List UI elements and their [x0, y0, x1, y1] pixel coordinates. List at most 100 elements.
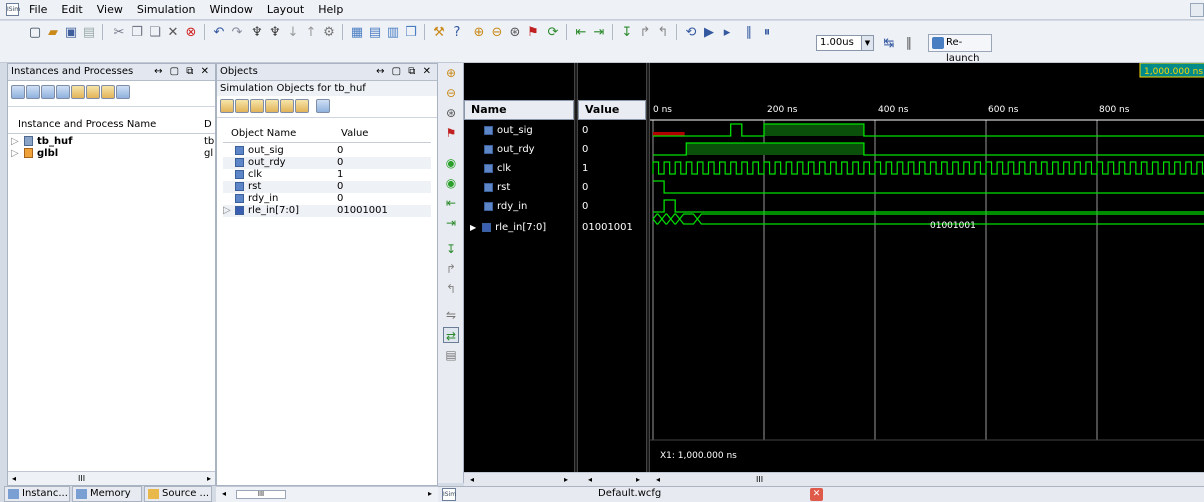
relaunch-button[interactable]: Re-launch — [928, 34, 992, 64]
pane-divider[interactable] — [574, 63, 578, 486]
expand-arrow-icon[interactable]: ▷ — [223, 205, 231, 217]
paste-icon[interactable]: ❏ — [146, 23, 164, 41]
undo-icon[interactable]: ↶ — [210, 23, 228, 41]
previous-transition-icon[interactable]: ◉ — [443, 155, 459, 171]
stop-icon[interactable]: ⊗ — [182, 23, 200, 41]
table-row[interactable]: ▷ tb_huf tb — [8, 136, 215, 148]
signal-name-row[interactable]: out_rdy — [484, 140, 535, 159]
zoom-fit-icon[interactable]: ⊛ — [443, 105, 459, 121]
table-row[interactable]: out_sig 0 — [223, 145, 431, 157]
scroll-left-icon[interactable]: ◂ — [222, 487, 226, 500]
zoom-cursor-icon[interactable]: ⚑ — [443, 125, 459, 141]
settings-icon[interactable]: ⚙ — [320, 23, 338, 41]
tab-memory[interactable]: Memory — [72, 486, 142, 502]
tab-source[interactable]: Source ... — [144, 486, 212, 502]
chevron-down-icon[interactable]: ▼ — [861, 36, 873, 50]
bidir-filter-icon[interactable] — [250, 99, 264, 113]
signal-name-row[interactable]: ▶ rle_in[7:0] — [470, 218, 546, 237]
zoom-out-icon[interactable]: ⊖ — [488, 23, 506, 41]
constant-filter-icon[interactable] — [280, 99, 294, 113]
signal-name-row[interactable]: out_sig — [484, 121, 533, 140]
module-icon[interactable] — [71, 85, 85, 99]
context-help-icon[interactable]: ? — [448, 23, 466, 41]
go-to-time-zero-icon[interactable]: ⇤ — [572, 23, 590, 41]
objects-horizontal-scrollbar[interactable]: ◂ III ▸ — [216, 486, 438, 502]
signal-name-row[interactable]: clk — [484, 159, 511, 178]
settings-icon[interactable] — [316, 99, 330, 113]
design-unit-column-header[interactable]: D — [204, 116, 212, 134]
previous-marker-icon[interactable]: ↱ — [443, 261, 459, 277]
input-filter-icon[interactable] — [220, 99, 234, 113]
swap-cursors-icon[interactable]: ⇋ — [443, 307, 459, 323]
scroll-right-icon[interactable]: ▸ — [564, 473, 568, 486]
move-down-icon[interactable]: ↓ — [284, 23, 302, 41]
find-next-icon[interactable]: ♆ — [266, 23, 284, 41]
run-time-step-icon[interactable]: ↹ — [880, 34, 898, 52]
restart-icon[interactable]: ⟲ — [682, 23, 700, 41]
signal-value-column-header[interactable]: Value — [578, 100, 646, 120]
next-transition-icon[interactable]: ◉ — [443, 175, 459, 191]
redo-icon[interactable]: ↷ — [228, 23, 246, 41]
filter-icon[interactable] — [41, 85, 55, 99]
scroll-thumb[interactable]: III — [236, 490, 286, 499]
function-icon[interactable] — [86, 85, 100, 99]
table-row[interactable]: ▷ rle_in[7:0] 01001001 — [223, 205, 431, 217]
process-icon[interactable] — [56, 85, 70, 99]
print-icon[interactable]: ▤ — [80, 23, 98, 41]
find-icon[interactable]: ♆ — [248, 23, 266, 41]
save-icon[interactable]: ▣ — [62, 23, 80, 41]
scroll-thumb[interactable]: III — [78, 472, 85, 485]
run-for-time-icon[interactable]: ▸ — [718, 23, 736, 41]
waveform-horizontal-scrollbar[interactable]: ◂ ▸ ◂ ▸ ◂ III — [464, 472, 1204, 486]
waveform-plot[interactable]: 0 ns 200 ns 400 ns 600 ns 800 ns 1,000.0… — [650, 63, 1204, 486]
instances-horizontal-scrollbar[interactable]: ◂ III ▸ — [8, 471, 215, 485]
tile-horizontal-icon[interactable]: ▤ — [366, 23, 384, 41]
new-file-icon[interactable]: ▢ — [26, 23, 44, 41]
wcfg-file-tab[interactable]: Default.wcfg — [598, 488, 661, 499]
menu-help[interactable]: Help — [311, 0, 350, 20]
table-row[interactable]: rst 0 — [223, 181, 431, 193]
internal-filter-icon[interactable] — [265, 99, 279, 113]
menu-window[interactable]: Window — [202, 0, 259, 20]
move-up-icon[interactable]: ↑ — [302, 23, 320, 41]
zoom-out-icon[interactable]: ⊖ — [443, 85, 459, 101]
zoom-cursor-icon[interactable]: ⚑ — [524, 23, 542, 41]
cut-icon[interactable]: ✂ — [110, 23, 128, 41]
run-all-icon[interactable]: ▶ — [700, 23, 718, 41]
next-marker-icon[interactable]: ↰ — [443, 281, 459, 297]
table-row[interactable]: clk 1 — [223, 169, 431, 181]
menu-edit[interactable]: Edit — [54, 0, 89, 20]
scroll-left-icon[interactable]: ◂ — [470, 473, 474, 486]
zoom-fit-icon[interactable]: ⊛ — [506, 23, 524, 41]
scroll-right-icon[interactable]: ▸ — [428, 487, 432, 500]
delete-icon[interactable]: ✕ — [164, 23, 182, 41]
expand-arrow-icon[interactable]: ▷ — [11, 136, 19, 148]
scroll-right-icon[interactable]: ▸ — [207, 472, 211, 485]
scroll-right-icon[interactable]: ▸ — [636, 473, 640, 486]
object-value-column-header[interactable]: Value — [341, 125, 368, 143]
menu-file[interactable]: File — [22, 0, 54, 20]
go-to-last-time-icon[interactable]: ⇥ — [590, 23, 608, 41]
signal-name-column-header[interactable]: Name — [464, 100, 574, 120]
menu-view[interactable]: View — [90, 0, 130, 20]
run-time-input[interactable]: 1.00us ▼ — [816, 35, 874, 51]
copy-icon[interactable]: ❐ — [128, 23, 146, 41]
layout-icon[interactable]: ▦ — [348, 23, 366, 41]
collapse-icon[interactable] — [26, 85, 40, 99]
tab-instances[interactable]: Instanc... — [4, 486, 70, 502]
break-all-icon[interactable]: ∥ — [900, 34, 918, 52]
zoom-in-icon[interactable]: ⊕ — [470, 23, 488, 41]
menu-simulation[interactable]: Simulation — [130, 0, 203, 20]
expand-arrow-icon[interactable]: ▶ — [470, 223, 476, 232]
go-to-last-time-icon[interactable]: ⇥ — [443, 215, 459, 231]
variable-filter-icon[interactable] — [295, 99, 309, 113]
add-marker-icon[interactable]: ↧ — [443, 241, 459, 257]
table-row[interactable]: out_rdy 0 — [223, 157, 431, 169]
refresh-icon[interactable]: ⟳ — [544, 23, 562, 41]
scroll-thumb[interactable]: III — [756, 473, 763, 486]
tile-vertical-icon[interactable]: ▥ — [384, 23, 402, 41]
panel-controls-icon[interactable]: ↔ ▢ ⧉ ✕ — [376, 64, 433, 80]
step-icon[interactable]: ↧ — [618, 23, 636, 41]
table-row[interactable]: rdy_in 0 — [223, 193, 431, 205]
window-minimize-button[interactable] — [1190, 3, 1204, 17]
